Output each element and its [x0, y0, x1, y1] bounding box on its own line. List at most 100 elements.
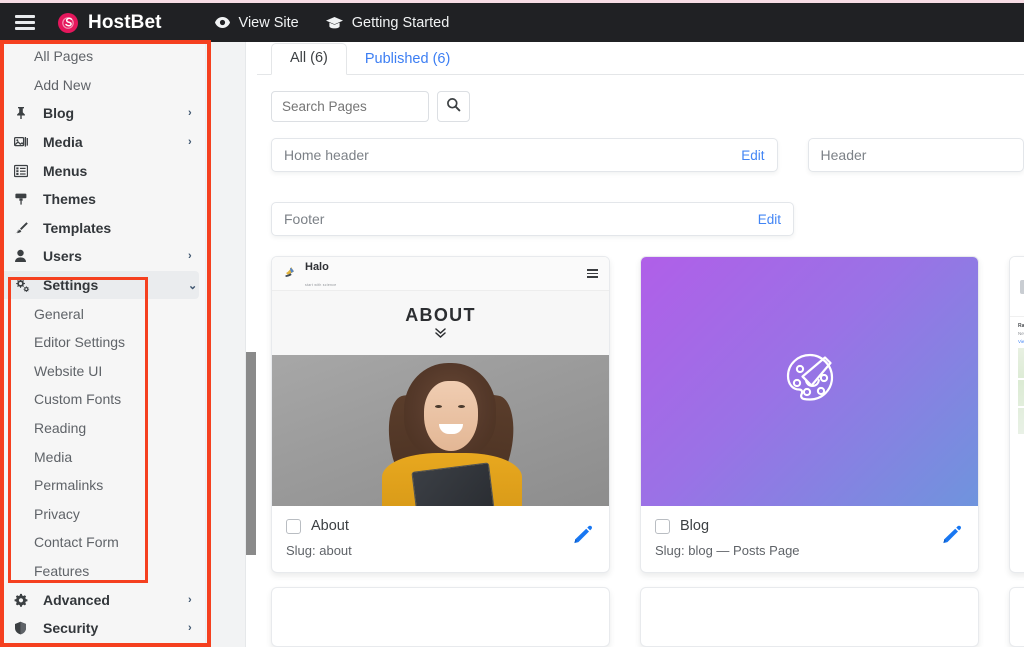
page-card-row2-b[interactable]	[640, 587, 979, 647]
bar-header[interactable]: Header	[807, 138, 1024, 172]
chevron-double-down-icon	[434, 328, 447, 341]
sidebar-item-label: Editor Settings	[34, 334, 126, 351]
sidebar-item-themes[interactable]: Themes	[0, 185, 205, 214]
list-icon	[14, 164, 34, 178]
tab-published[interactable]: Published (6)	[347, 45, 468, 75]
map-line-2: New	[1018, 331, 1024, 336]
thumb-photo	[272, 355, 609, 506]
images-icon	[14, 135, 34, 149]
palette-icon	[776, 345, 844, 418]
sidebar-item-privacy[interactable]: Privacy	[0, 500, 205, 529]
search-icon	[446, 97, 461, 117]
hamburger-icon[interactable]	[15, 15, 35, 30]
sidebar-item-label: All Pages	[34, 48, 94, 65]
sidebar: All Pages Add New Blog › Media › Menus T…	[0, 42, 206, 647]
page-select-checkbox[interactable]	[286, 518, 301, 534]
sidebar-item-label: Website UI	[34, 362, 103, 379]
sidebar-item-all-pages[interactable]: All Pages	[0, 42, 205, 71]
page-title: About	[311, 518, 349, 534]
search-button[interactable]	[437, 91, 470, 122]
brand[interactable]: HostBet	[57, 12, 162, 34]
page-thumbnail-map: Rather New View	[1010, 257, 1024, 506]
bar-home-header-title: Home header	[284, 147, 369, 163]
sidebar-item-security[interactable]: Security ›	[0, 614, 205, 643]
thumb-hamburger-icon	[587, 269, 598, 278]
sidebar-item-reading[interactable]: Reading	[0, 414, 205, 443]
thumb-site-header: Halo start with science	[272, 257, 609, 291]
vertical-scrollbar-track[interactable]	[246, 42, 257, 647]
vertical-scrollbar-thumb[interactable]	[246, 352, 256, 555]
sidebar-item-label: Contact Form	[34, 534, 119, 551]
sidebar-item-label: Menus	[43, 162, 88, 179]
sidebar-item-settings-media[interactable]: Media	[0, 442, 205, 471]
chevron-right-icon: ›	[188, 136, 192, 149]
search-input[interactable]	[271, 91, 429, 122]
pencil-icon[interactable]	[940, 523, 962, 550]
chevron-right-icon: ›	[188, 250, 192, 263]
sidebar-item-label: Add New	[34, 76, 91, 93]
chevron-right-icon: ›	[188, 107, 192, 120]
sidebar-item-templates[interactable]: Templates	[0, 214, 205, 243]
paint-roller-icon	[14, 192, 34, 206]
pencil-icon[interactable]	[571, 523, 593, 550]
top-navigation-bar: HostBet View Site Getting Started	[0, 3, 1024, 42]
bar-home-header[interactable]: Home header Edit	[271, 138, 778, 172]
thumb-hero: ABOUT	[272, 291, 609, 355]
gears-icon	[14, 278, 34, 293]
thumb-site-name: Halo	[305, 260, 329, 273]
bar-home-header-edit[interactable]: Edit	[741, 148, 764, 163]
page-select-checkbox[interactable]	[655, 518, 670, 534]
tab-all[interactable]: All (6)	[271, 43, 347, 75]
sidebar-item-label: Custom Fonts	[34, 391, 122, 408]
bar-footer-title: Footer	[284, 211, 325, 227]
pages-card-grid: Halo start with science ABOUT About Slug…	[247, 236, 1024, 573]
thumb-map-header	[1010, 257, 1024, 317]
page-thumbnail-about: Halo start with science ABOUT	[272, 257, 609, 506]
page-slug: Slug: about	[286, 543, 352, 558]
page-card-footer: Blog Slug: blog — Posts Page	[641, 506, 978, 572]
tab-published-label: Published (6)	[364, 51, 451, 67]
page-thumbnail-blog	[641, 257, 978, 506]
page-title: Blog	[680, 518, 710, 534]
shield-icon	[14, 621, 34, 635]
sidebar-item-menus[interactable]: Menus	[0, 156, 205, 185]
page-card-blog[interactable]: Blog Slug: blog — Posts Page	[640, 256, 979, 573]
sidebar-item-label: Privacy	[34, 505, 80, 522]
section-bars-row-1: Home header Edit Header	[247, 122, 1024, 172]
top-nav-getting-started[interactable]: Getting Started	[325, 15, 449, 31]
page-card-about[interactable]: Halo start with science ABOUT About Slug…	[271, 256, 610, 573]
top-nav-view-site-label: View Site	[238, 14, 299, 31]
page-card-partial[interactable]: Rather New View	[1009, 256, 1024, 573]
sidebar-item-users[interactable]: Users ›	[0, 242, 205, 271]
sidebar-item-contact-form[interactable]: Contact Form	[0, 528, 205, 557]
pin-icon	[14, 106, 34, 120]
gear-icon	[14, 593, 34, 607]
sidebar-item-settings[interactable]: Settings ⌄	[0, 270, 199, 300]
top-nav-view-site[interactable]: View Site	[214, 15, 299, 31]
bar-footer[interactable]: Footer Edit	[271, 202, 794, 236]
page-card-row2-c[interactable]	[1009, 587, 1024, 647]
sidebar-item-general[interactable]: General	[0, 299, 205, 328]
sidebar-item-website-ui[interactable]: Website UI	[0, 357, 205, 386]
section-bars-row-2: Footer Edit	[247, 172, 1024, 236]
page-card-footer	[1010, 506, 1024, 556]
sidebar-item-label: Features	[34, 562, 90, 579]
map-line-3: View	[1018, 339, 1024, 344]
main-content: All (6) Published (6) Home header	[247, 42, 1024, 647]
map-icon	[1018, 348, 1024, 434]
sidebar-item-add-new[interactable]: Add New	[0, 71, 205, 100]
sidebar-item-editor-settings[interactable]: Editor Settings	[0, 328, 205, 357]
page-filter-tabs: All (6) Published (6)	[247, 42, 1024, 75]
page-card-row2-a[interactable]	[271, 587, 610, 647]
brush-icon	[14, 221, 34, 235]
sidebar-item-blog[interactable]: Blog ›	[0, 99, 205, 128]
sidebar-item-advanced[interactable]: Advanced ›	[0, 585, 205, 614]
page-card-footer: About Slug: about	[272, 506, 609, 572]
bar-footer-edit[interactable]: Edit	[758, 212, 781, 227]
sidebar-item-media[interactable]: Media ›	[0, 128, 205, 157]
sidebar-item-label: Media	[43, 134, 83, 151]
sidebar-item-permalinks[interactable]: Permalinks	[0, 471, 205, 500]
sidebar-item-features[interactable]: Features	[0, 557, 205, 586]
page-slug: Slug: blog — Posts Page	[655, 543, 800, 558]
sidebar-item-custom-fonts[interactable]: Custom Fonts	[0, 385, 205, 414]
